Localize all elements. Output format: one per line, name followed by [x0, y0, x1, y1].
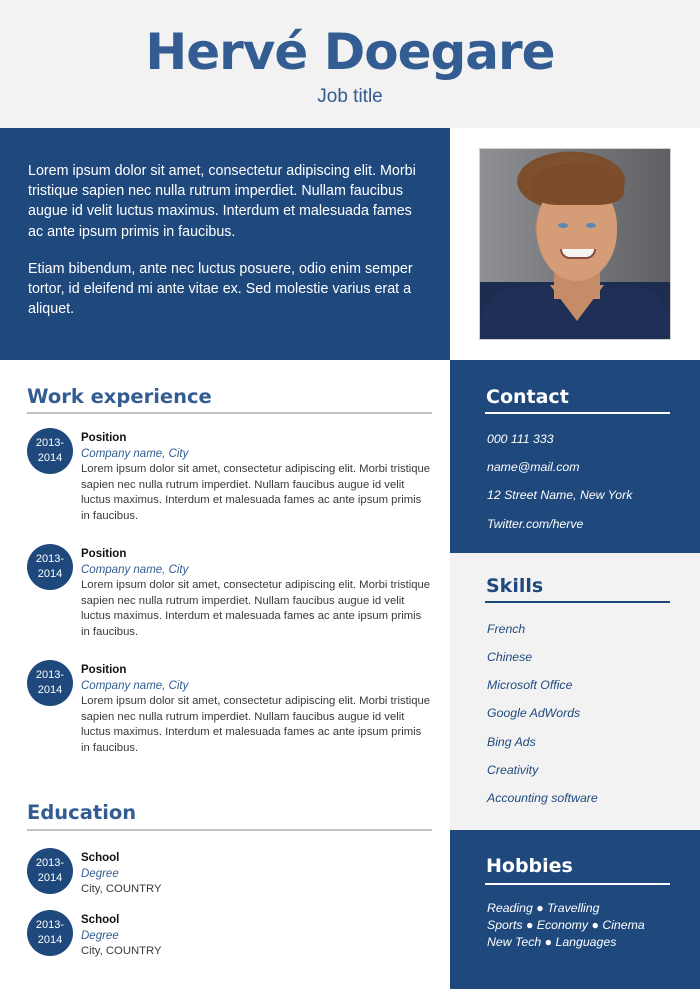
date-start: 2013- [35, 919, 65, 931]
position-description: Lorem ipsum dolor sit amet, consectetur … [81, 695, 431, 754]
entry-body: School Degree City, COUNTRY [81, 912, 431, 960]
contact-twitter[interactable]: Twitter.com/herve [487, 516, 583, 532]
company-name: Company name, City [81, 564, 189, 576]
school-name: School [81, 914, 120, 926]
position-description: Lorem ipsum dolor sit amet, consectetur … [81, 463, 431, 522]
entry-body: Position Company name, City Lorem ipsum … [81, 430, 431, 524]
hobbies-line: New Tech ● Languages [487, 935, 617, 949]
date-start: 2013- [35, 553, 65, 565]
date-badge: 2013- 2014 [27, 544, 73, 590]
entry-body: School Degree City, COUNTRY [81, 850, 431, 898]
skills-panel: Skills French Chinese Microsoft Office G… [450, 553, 700, 830]
date-end: 2014 [37, 452, 63, 464]
date-badge: 2013- 2014 [27, 910, 73, 956]
skill-item: Bing Ads [487, 735, 536, 749]
contact-panel: Contact 000 111 333 name@mail.com 12 Str… [450, 360, 700, 553]
date-start: 2013- [35, 437, 65, 449]
photo-smile [560, 249, 596, 259]
position-title: Position [81, 664, 127, 676]
intro-panel: Lorem ipsum dolor sit amet, consectetur … [0, 128, 450, 360]
position-title: Position [81, 432, 127, 444]
photo-collar [550, 285, 604, 321]
hobbies-panel: Hobbies Reading ● Travelling Sports ● Ec… [450, 830, 700, 989]
hobbies-line: Sports ● Economy ● Cinema [487, 918, 645, 932]
position-description: Lorem ipsum dolor sit amet, consectetur … [81, 579, 431, 638]
date-badge: 2013- 2014 [27, 660, 73, 706]
entry-body: Position Company name, City Lorem ipsum … [81, 662, 431, 756]
skill-item: French [487, 622, 526, 636]
company-name: Company name, City [81, 680, 189, 692]
degree: Degree [81, 930, 119, 942]
work-experience-title: Work experience [27, 385, 212, 408]
section-divider [485, 601, 670, 603]
school-name: School [81, 852, 120, 864]
position-title: Position [81, 548, 127, 560]
hobbies-title: Hobbies [486, 855, 573, 877]
school-location: City, COUNTRY [81, 883, 162, 895]
education-title: Education [27, 801, 137, 824]
date-end: 2014 [37, 872, 63, 884]
hobbies-line: Reading ● Travelling [487, 901, 600, 915]
contact-address: 12 Street Name, New York [487, 488, 633, 502]
school-location: City, COUNTRY [81, 945, 162, 957]
degree: Degree [81, 868, 119, 880]
photo-container [450, 128, 700, 360]
photo-eye [558, 223, 568, 228]
date-badge: 2013- 2014 [27, 848, 73, 894]
section-divider [485, 883, 670, 885]
profile-photo [479, 148, 671, 340]
entry-body: Position Company name, City Lorem ipsum … [81, 546, 431, 640]
skill-item: Google AdWords [487, 706, 581, 720]
skill-item: Chinese [487, 650, 533, 664]
section-divider [27, 412, 432, 414]
header: Hervé Doegare Job title [0, 0, 700, 128]
date-badge: 2013- 2014 [27, 428, 73, 474]
skills-title: Skills [486, 575, 544, 597]
date-start: 2013- [35, 669, 65, 681]
contact-phone[interactable]: 000 111 333 [487, 431, 554, 447]
skill-item: Creativity [487, 763, 539, 777]
date-end: 2014 [37, 684, 63, 696]
intro-paragraph: Etiam bibendum, ante nec luctus posuere,… [28, 260, 413, 318]
section-divider [27, 829, 432, 831]
company-name: Company name, City [81, 448, 189, 460]
main-column: Work experience 2013- 2014 Position Comp… [0, 360, 450, 989]
skill-item: Accounting software [487, 791, 598, 805]
contact-email[interactable]: name@mail.com [487, 459, 579, 475]
photo-eye [586, 223, 596, 228]
date-end: 2014 [37, 934, 63, 946]
candidate-name: Hervé Doegare [145, 23, 555, 81]
section-divider [485, 412, 670, 414]
skill-item: Microsoft Office [487, 678, 573, 692]
intro-paragraph: Lorem ipsum dolor sit amet, consectetur … [28, 163, 416, 240]
date-end: 2014 [37, 568, 63, 580]
contact-title: Contact [486, 386, 569, 408]
date-start: 2013- [35, 857, 65, 869]
job-title: Job title [317, 86, 383, 107]
photo-hair [532, 163, 624, 205]
